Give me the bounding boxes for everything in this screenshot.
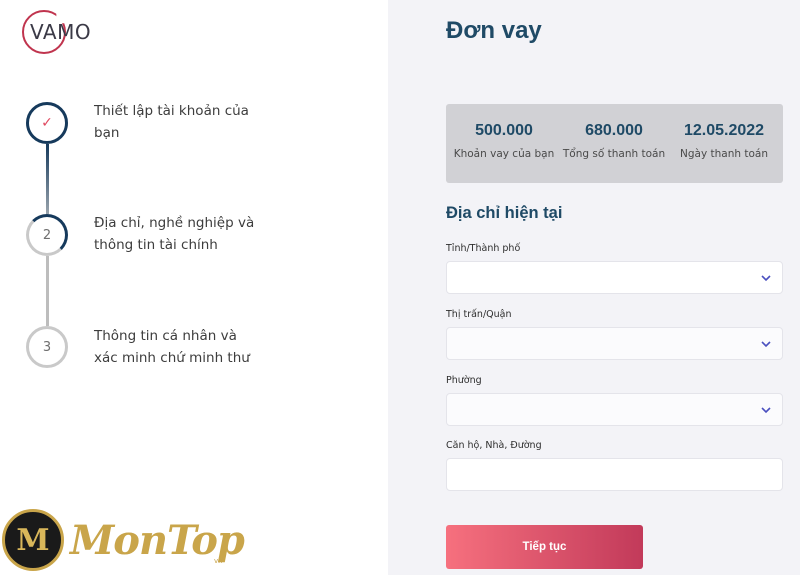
step-connector-2 (46, 256, 49, 326)
step-3-indicator: 3 (26, 326, 68, 368)
montop-emblem-icon: M (2, 509, 64, 571)
district-value[interactable] (447, 328, 782, 359)
loan-form-panel: Đơn vay 500.000 Khoản vay của bạn 680.00… (388, 0, 800, 575)
logo-text: VAMO (30, 20, 92, 44)
ward-select[interactable] (446, 393, 783, 426)
ward-label: Phường (446, 375, 482, 386)
progress-panel: VAMO ✓ Thiết lập tài khoản của bạn 2 Địa… (0, 0, 388, 575)
montop-watermark: M MonTop vn (0, 505, 245, 575)
check-icon: ✓ (41, 115, 53, 131)
step-connector-1 (46, 144, 49, 214)
street-field[interactable] (446, 458, 783, 491)
province-value[interactable] (447, 262, 782, 293)
step-1-indicator: ✓ (26, 102, 68, 144)
step-2-number: 2 (42, 227, 52, 243)
step-2-indicator: 2 (26, 214, 68, 256)
continue-button[interactable]: Tiếp tục (446, 525, 643, 569)
province-label: Tỉnh/Thành phố (446, 243, 521, 254)
summary-total-payment: 680.000 Tổng số thanh toán (558, 122, 670, 160)
chevron-down-icon (761, 407, 771, 414)
street-label: Căn hộ, Nhà, Đường (446, 440, 542, 451)
chevron-down-icon (761, 341, 771, 348)
district-select[interactable] (446, 327, 783, 360)
district-label: Thị trấn/Quận (446, 309, 512, 320)
step-3-label: Thông tin cá nhân và xác minh chứ minh t… (94, 328, 250, 366)
province-select[interactable] (446, 261, 783, 294)
street-input[interactable] (447, 459, 782, 490)
chevron-down-icon (761, 275, 771, 282)
loan-summary: 500.000 Khoản vay của bạn 680.000 Tổng s… (446, 104, 783, 183)
total-payment-label: Tổng số thanh toán (562, 148, 666, 160)
watermark-suffix: vn (214, 557, 223, 565)
payment-date-value: 12.05.2022 (683, 122, 765, 139)
step-2-label: Địa chỉ, nghề nghiệp và thông tin tài ch… (94, 215, 255, 253)
loan-amount-value: 500.000 (475, 122, 533, 139)
step-1-label: Thiết lập tài khoản của bạn (94, 103, 249, 141)
ward-value[interactable] (447, 394, 782, 425)
summary-payment-date: 12.05.2022 Ngày thanh toán (668, 122, 780, 160)
payment-date-label: Ngày thanh toán (680, 148, 768, 160)
summary-loan-amount: 500.000 Khoản vay của bạn (448, 122, 560, 160)
address-section-title: Địa chỉ hiện tại (446, 204, 563, 222)
loan-amount-label: Khoản vay của bạn (453, 148, 555, 160)
total-payment-value: 680.000 (585, 122, 643, 139)
page-title: Đơn vay (446, 17, 542, 44)
step-3-number: 3 (42, 339, 52, 355)
vamo-logo[interactable]: VAMO (22, 10, 102, 54)
